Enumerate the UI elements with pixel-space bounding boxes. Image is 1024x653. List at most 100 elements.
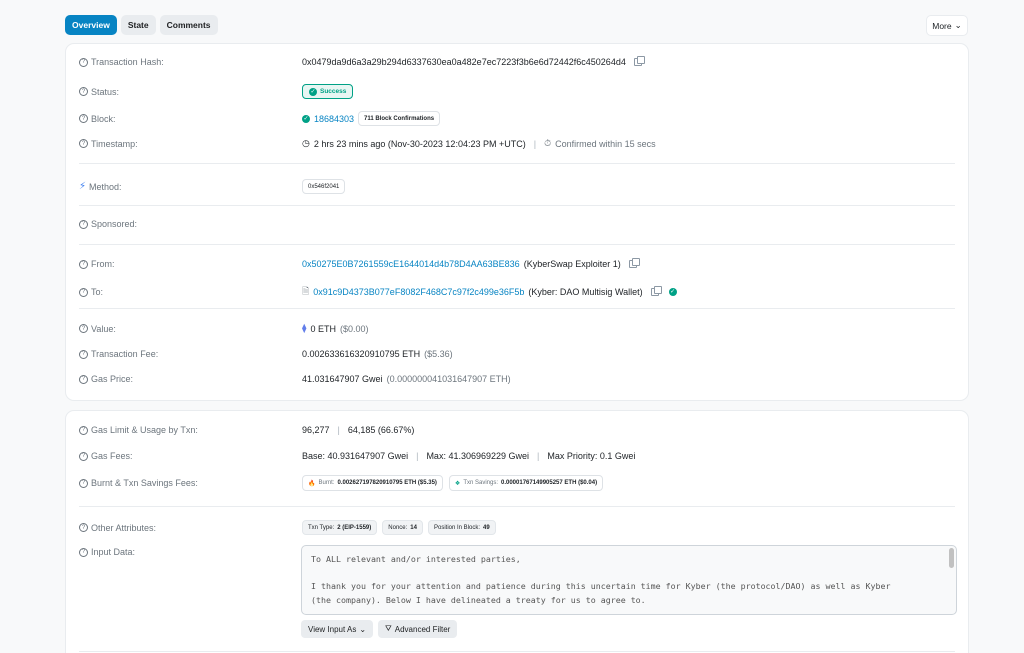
divider [79, 244, 955, 245]
copy-icon[interactable] [628, 258, 640, 268]
block-label: Block: [91, 113, 116, 124]
method-label: Method: [89, 181, 122, 192]
to-row: ? To: 🗎 0x91c9D4373B077eF8082F468C7c97f2c… [79, 284, 955, 300]
fire-icon: 🔥 [308, 480, 316, 487]
input-data-label: Input Data: [91, 547, 136, 557]
sponsored-label: Sponsored: [91, 219, 138, 229]
timestamp-value: 2 hrs 23 mins ago (Nov-30-2023 12:04:23 … [313, 138, 526, 149]
help-icon[interactable]: ? [79, 547, 88, 557]
help-icon[interactable]: ? [79, 114, 88, 123]
value-row: ? Value: ⧫ 0 ETH ($0.00) [79, 323, 955, 334]
other-attributes-row: ? Other Attributes: Txn Type: 2 (EIP-1559)… [79, 520, 955, 535]
help-icon[interactable]: ? [79, 287, 88, 297]
tab-overview[interactable]: Overview [65, 15, 117, 35]
lightning-icon: ⚡ [79, 181, 87, 192]
value-usd: ($0.00) [339, 323, 369, 334]
burnt-row: ? Burnt & Txn Savings Fees: 🔥 Burnt: 0.00… [79, 475, 955, 491]
chevron-down-icon: ⌄ [954, 20, 962, 30]
status-badge: ✓ Success [302, 84, 354, 99]
position-badge: Position In Block: 49 [427, 520, 496, 535]
gas-details-card: ? Gas Limit & Usage by Txn: 96,277 | 64,1… [65, 410, 969, 653]
divider [79, 205, 955, 206]
txn-type-badge: Txn Type: 2 (EIP-1559) [302, 520, 378, 535]
view-input-as-button[interactable]: View Input As ⌄ [301, 620, 374, 638]
block-row: ? Block: ✓ 18684303 711 Block Confirmatio… [79, 111, 955, 126]
other-attributes-label: Other Attributes: [91, 522, 157, 533]
gas-price-eth: (0.000000041031647907 ETH) [386, 374, 511, 384]
value-amount: 0 ETH [310, 323, 336, 334]
input-data-textarea[interactable]: To ALL relevant and/or interested partie… [301, 545, 957, 615]
timestamp-label: Timestamp: [91, 138, 138, 149]
divider [79, 163, 955, 164]
scrollbar-thumb[interactable] [949, 548, 954, 568]
fee-amount: 0.002633616320910795 ETH [302, 349, 421, 359]
stopwatch-icon: ⏱ [544, 138, 552, 148]
help-icon[interactable]: ? [79, 139, 88, 148]
help-icon[interactable]: ? [79, 478, 88, 488]
chevron-down-icon: ⌄ [359, 624, 367, 634]
input-data-actions: View Input As ⌄ ⛛ Advanced Filter [301, 620, 458, 638]
check-circle-icon: ✓ [309, 87, 317, 96]
divider [79, 308, 955, 309]
gas-limit-row: ? Gas Limit & Usage by Txn: 96,277 | 64,1… [79, 425, 955, 435]
help-icon[interactable]: ? [79, 87, 88, 96]
block-number-link[interactable]: 18684303 [314, 114, 354, 124]
help-icon[interactable]: ? [79, 425, 88, 435]
overview-card: ? Transaction Hash: 0x0479da9d6a3a29b294d… [65, 43, 969, 401]
help-icon[interactable]: ? [79, 57, 88, 67]
gas-fee-base: Base: 40.931647907 Gwei [302, 451, 409, 461]
input-data-line: To ALL relevant and/or interested partie… [311, 554, 521, 564]
from-label: From: [91, 259, 115, 269]
to-label: To: [91, 287, 104, 297]
burnt-badge: 🔥 Burnt: 0.002627197820910795 ETH ($5.35… [302, 475, 443, 491]
tx-hash-label: Transaction Hash: [91, 57, 164, 67]
help-icon[interactable]: ? [79, 219, 88, 229]
more-dropdown-button[interactable]: More ⌄ [926, 15, 968, 36]
eth-diamond-icon: ⧫ [302, 323, 307, 333]
tab-bar: Overview State Comments [65, 15, 218, 35]
more-label: More [932, 20, 952, 31]
contract-file-icon: 🗎 [302, 286, 310, 296]
timestamp-row: ? Timestamp: ◷ 2 hrs 23 mins ago (Nov-30-… [79, 138, 955, 149]
gas-price-row: ? Gas Price: 41.031647907 Gwei (0.0000000… [79, 374, 955, 384]
fee-row: ? Transaction Fee: 0.002633616320910795 E… [79, 349, 955, 359]
from-row: ? From: 0x50275E0B7261559cE1644014d4b78D4… [79, 258, 955, 269]
gas-price-gwei: 41.031647907 Gwei [302, 374, 383, 384]
help-icon[interactable]: ? [79, 349, 88, 359]
gas-fees-row: ? Gas Fees: Base: 40.931647907 Gwei | Max… [79, 451, 955, 461]
gas-fee-priority: Max Priority: 0.1 Gwei [547, 451, 636, 461]
sponsored-row: ? Sponsored: [79, 219, 955, 229]
gas-limit-value: 96,277 [302, 425, 330, 435]
gas-fees-label: Gas Fees: [91, 451, 133, 461]
tx-hash-row: ? Transaction Hash: 0x0479da9d6a3a29b294d… [79, 56, 955, 67]
input-data-line: I thank you for your attention and patie… [311, 581, 891, 591]
check-circle-icon: ✓ [302, 114, 310, 123]
help-icon[interactable]: ? [79, 451, 88, 461]
block-confirmations-badge: 711 Block Confirmations [358, 111, 441, 126]
help-icon[interactable]: ? [79, 523, 88, 532]
to-address-link[interactable]: 0x91c9D4373B077eF8082F468C7c97f2c499e36F… [313, 287, 524, 297]
copy-icon[interactable] [633, 56, 645, 66]
savings-icon: ❖ [454, 480, 461, 487]
help-icon[interactable]: ? [79, 259, 88, 269]
tab-comments[interactable]: Comments [159, 15, 218, 35]
tx-hash-value: 0x0479da9d6a3a29b294d6337630ea0a482e7ec7… [302, 57, 626, 67]
fee-usd: ($5.36) [424, 349, 453, 359]
advanced-filter-button[interactable]: ⛛ Advanced Filter [378, 620, 458, 638]
from-address-link[interactable]: 0x50275E0B7261559cE1644014d4b78D4AA63BE8… [302, 259, 520, 269]
txn-savings-badge: ❖ Txn Savings: 0.00001767149905257 ETH (… [448, 475, 604, 491]
value-label: Value: [91, 323, 116, 334]
confirmed-within: Confirmed within 15 secs [555, 138, 656, 149]
gas-usage-value: 64,185 (66.67%) [347, 425, 415, 435]
divider [79, 506, 955, 507]
to-name-tag: (Kyber: DAO Multisig Wallet) [528, 287, 643, 297]
copy-icon[interactable] [650, 286, 662, 296]
fee-label: Transaction Fee: [91, 349, 159, 359]
help-icon[interactable]: ? [79, 324, 88, 333]
method-badge: 0x546f2041 [302, 179, 346, 194]
tab-state[interactable]: State [120, 15, 156, 35]
help-icon[interactable]: ? [79, 374, 88, 384]
nonce-badge: Nonce: 14 [382, 520, 423, 535]
verified-check-icon: ✓ [668, 288, 677, 296]
filter-icon: ⛛ [385, 624, 392, 633]
